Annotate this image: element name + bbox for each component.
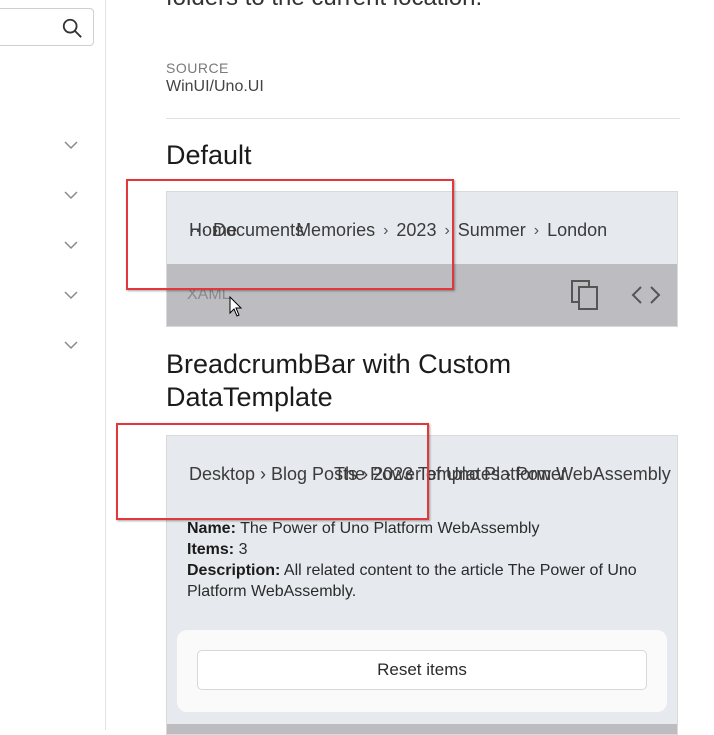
chevron-down-icon[interactable] [63, 337, 79, 353]
highlight-box [126, 179, 454, 290]
chevron-down-icon[interactable] [63, 187, 79, 203]
code-icon[interactable] [631, 284, 661, 306]
source-value: WinUI/Uno.UI [166, 78, 264, 95]
item-details: Name: The Power of Uno Platform WebAssem… [187, 518, 657, 602]
search-box[interactable] [0, 8, 94, 46]
chevron-down-icon[interactable] [63, 287, 79, 303]
chevron-down-icon[interactable] [63, 237, 79, 253]
intro-text: folders to the current location. [166, 0, 482, 12]
chevron-down-icon[interactable] [63, 137, 79, 153]
highlight-box [116, 423, 429, 520]
reset-items-button[interactable]: Reset items [197, 650, 647, 690]
navigation-sidebar [0, 0, 106, 730]
items-label: Items: [187, 541, 235, 558]
main-content: folders to the current location. SOURCE … [106, 0, 714, 735]
name-value: The Power of Uno Platform WebAssembly [240, 520, 540, 537]
items-value: 3 [238, 541, 248, 558]
search-icon[interactable] [61, 17, 83, 39]
mouse-cursor-icon [229, 296, 243, 317]
section-title-default: Default [166, 140, 252, 170]
source-caption: SOURCE [166, 60, 229, 76]
section-title-custom-line2: DataTemplate [166, 382, 333, 412]
breadcrumb-item-london[interactable]: London [547, 220, 607, 241]
breadcrumb-item-summer[interactable]: Summer [458, 220, 526, 241]
description-label: Description: [187, 562, 281, 579]
section-title-custom-line1: BreadcrumbBar with Custom [166, 349, 512, 379]
section-title-custom: BreadcrumbBar with Custom DataTemplate [166, 348, 511, 414]
reset-panel: Reset items [177, 630, 667, 712]
divider [166, 118, 680, 119]
xaml-toolbar [167, 724, 677, 734]
copy-icon[interactable] [571, 280, 599, 310]
breadcrumb-separator: › [533, 221, 540, 239]
name-label: Name: [187, 520, 236, 537]
